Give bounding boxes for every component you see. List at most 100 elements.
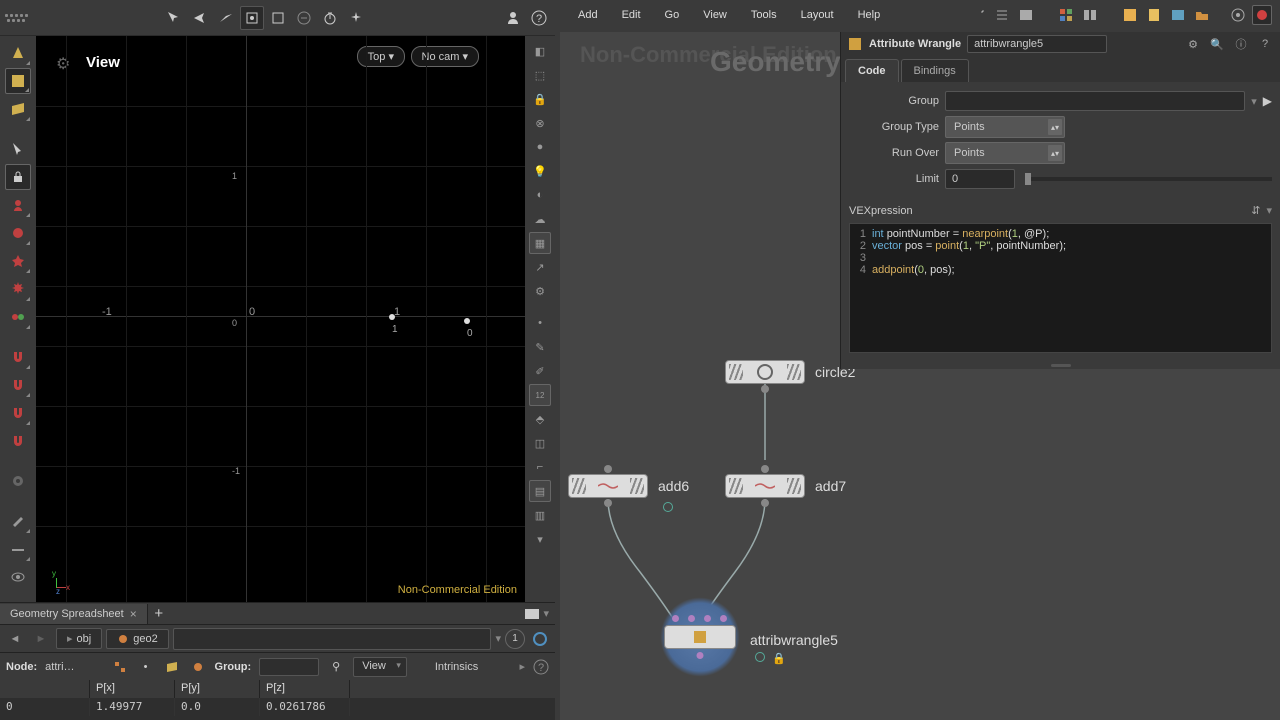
crumb-geo[interactable]: geo2 (106, 629, 168, 649)
red-ball-icon[interactable] (5, 220, 31, 246)
mode-icon[interactable]: • (137, 658, 155, 676)
forward-icon[interactable]: ► (30, 628, 52, 650)
dropdown-icon[interactable]: ▾ (1251, 95, 1257, 108)
input-dot[interactable] (761, 465, 769, 473)
timer-icon[interactable] (318, 6, 342, 30)
rt-icon[interactable]: ▦ (529, 232, 551, 254)
menu-tools[interactable]: Tools (741, 5, 787, 25)
sparkle-icon[interactable] (344, 6, 368, 30)
document-icon[interactable] (1144, 5, 1164, 25)
arrow3-icon[interactable] (214, 6, 238, 30)
group-field[interactable] (945, 91, 1245, 111)
rt-icon[interactable]: ⬚ (529, 64, 551, 86)
help-icon[interactable]: ? (527, 6, 551, 30)
lock-icon[interactable] (5, 164, 31, 190)
vex-editor[interactable]: 1int pointNumber = nearpoint(1, @P);2vec… (849, 223, 1272, 353)
mode-icon[interactable] (111, 658, 129, 676)
node-add6[interactable]: add6 (568, 474, 689, 498)
viewport[interactable]: ⚙ View Top ▾ No cam ▾ -1 0 1 0 1 -1 1 0 … (36, 36, 525, 602)
select-arrow-icon[interactable]: ▶ (1263, 94, 1272, 108)
display-flag-icon[interactable] (755, 652, 765, 662)
rt-bulb-icon[interactable]: 💡 (529, 160, 551, 182)
menu-view[interactable]: View (693, 5, 737, 25)
sheet-icon[interactable] (5, 96, 31, 122)
view-select[interactable]: View (353, 657, 407, 677)
rt-icon[interactable]: ◫ (529, 432, 551, 454)
red-person-icon[interactable] (5, 192, 31, 218)
output-dot[interactable] (761, 385, 769, 393)
back-icon[interactable]: ◄ (4, 628, 26, 650)
tab-menu-icon[interactable]: ▾ (543, 607, 549, 620)
limit-slider[interactable] (1025, 177, 1272, 181)
input-dot[interactable] (672, 615, 679, 622)
grip-icon[interactable] (4, 6, 28, 30)
magnet1-icon[interactable] (5, 344, 31, 370)
list-icon[interactable] (992, 5, 1012, 25)
rt-icon[interactable]: ⌐ (529, 456, 551, 478)
add-tab-button[interactable]: + (148, 603, 170, 625)
filter-icon[interactable]: ⚲ (327, 658, 345, 676)
path-field[interactable] (173, 628, 492, 650)
runover-select[interactable]: Points▴▾ (945, 142, 1065, 164)
col-header[interactable]: P[y] (175, 680, 260, 698)
node-add7[interactable]: add7 (725, 474, 846, 498)
input-dot[interactable] (704, 615, 711, 622)
col-header[interactable]: P[x] (90, 680, 175, 698)
rt-icon[interactable]: • (529, 312, 551, 334)
brush-icon[interactable] (5, 508, 31, 534)
tab-bindings[interactable]: Bindings (901, 59, 969, 82)
tab-geometry-spreadsheet[interactable]: Geometry Spreadsheet × (0, 604, 148, 624)
person-icon[interactable] (501, 6, 525, 30)
image-icon[interactable] (1168, 5, 1188, 25)
limit-field[interactable]: 0 (945, 169, 1015, 189)
node-attribwrangle5[interactable] (660, 597, 740, 677)
magnet3-icon[interactable] (5, 400, 31, 426)
menu-add[interactable]: Add (568, 5, 608, 25)
rt-icon[interactable]: ☁ (529, 208, 551, 230)
node-name-field[interactable]: attribwrangle5 (967, 35, 1107, 53)
frame-icon[interactable] (266, 6, 290, 30)
target-icon[interactable] (1228, 5, 1248, 25)
flag-icon[interactable] (663, 502, 673, 512)
red-star-icon[interactable] (5, 248, 31, 274)
layout-split-icon[interactable] (1080, 5, 1100, 25)
magnet4-icon[interactable] (5, 428, 31, 454)
record-icon[interactable] (1252, 5, 1272, 25)
arrow2-icon[interactable] (188, 6, 212, 30)
pointer-icon[interactable] (5, 136, 31, 162)
process-id[interactable]: 1 (505, 629, 525, 649)
panel-icon[interactable] (1016, 5, 1036, 25)
group-field[interactable] (259, 658, 319, 676)
menu-layout[interactable]: Layout (791, 5, 844, 25)
search-icon[interactable]: 🔍 (1208, 35, 1226, 53)
output-dot[interactable] (604, 499, 612, 507)
input-dot[interactable] (720, 615, 727, 622)
intrinsics-label[interactable]: Intrinsics (435, 661, 478, 673)
rt-icon[interactable]: ▥ (529, 504, 551, 526)
view-orientation-dropdown[interactable]: Top ▾ (357, 46, 405, 67)
knife-icon[interactable] (5, 536, 31, 562)
rt-icon[interactable]: ✐ (529, 360, 551, 382)
help-icon[interactable]: ? (1256, 35, 1274, 53)
red-burst-icon[interactable] (5, 276, 31, 302)
col-header[interactable]: P[z] (260, 680, 350, 698)
dropdown-icon[interactable]: ▾ (495, 632, 501, 645)
cone-icon[interactable] (5, 40, 31, 66)
rt-icon[interactable]: ● (529, 136, 551, 158)
mode-icon[interactable] (163, 658, 181, 676)
menu-help[interactable]: Help (848, 5, 891, 25)
output-dot[interactable] (697, 652, 704, 659)
table-row[interactable]: 0 1.49977 0.0 0.0261786 (0, 698, 555, 716)
magnet2-icon[interactable] (5, 372, 31, 398)
menu-edit[interactable]: Edit (612, 5, 651, 25)
rt-icon[interactable]: ↗ (529, 256, 551, 278)
rt-icon[interactable]: ⚙ (529, 280, 551, 302)
arrow-tool-icon[interactable] (162, 6, 186, 30)
grouptype-select[interactable]: Points▴▾ (945, 116, 1065, 138)
note-icon[interactable] (1120, 5, 1140, 25)
layout-grid-icon[interactable] (1056, 5, 1076, 25)
rt-icon[interactable]: ⊗ (529, 112, 551, 134)
multi-icon[interactable] (5, 304, 31, 330)
rt-num-icon[interactable]: 12 (529, 384, 551, 406)
ring-icon[interactable] (529, 628, 551, 650)
